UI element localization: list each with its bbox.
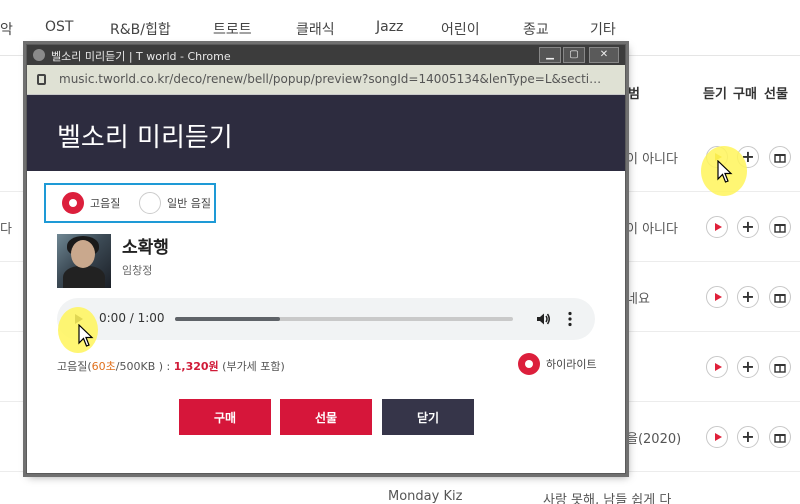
buy-button[interactable]: 구매 xyxy=(179,399,271,435)
gift-button[interactable] xyxy=(769,426,791,448)
play-icon xyxy=(714,363,722,371)
mouse-cursor-icon xyxy=(78,324,94,347)
maximize-button[interactable]: ▢ xyxy=(563,47,585,63)
play-icon xyxy=(714,433,722,441)
price-duration: 60초 xyxy=(91,360,116,373)
popup-title: 벨소리 미리듣기 xyxy=(57,123,233,153)
quality-label-normal: 일반 음질 xyxy=(167,197,211,210)
bottom-row-artist[interactable]: Monday Kiz xyxy=(388,489,462,504)
add-button[interactable]: + xyxy=(737,356,759,378)
play-button[interactable] xyxy=(706,356,728,378)
album-art xyxy=(57,234,111,288)
genre-tab[interactable]: 종교 xyxy=(523,19,549,39)
gift-icon xyxy=(774,294,786,303)
window-titlebar[interactable]: 벨소리 미리듣기 | T world - Chrome ▁ ▢ ✕ xyxy=(27,45,625,65)
popup-header: 벨소리 미리듣기 xyxy=(27,95,625,171)
genre-tab[interactable]: 트로트 xyxy=(213,19,252,39)
plus-icon: + xyxy=(741,287,755,306)
plus-icon: + xyxy=(741,217,755,236)
chrome-logo-icon xyxy=(33,49,45,61)
genre-tab[interactable]: OST xyxy=(45,19,73,35)
quality-selector: 고음질 일반 음질 xyxy=(44,183,216,223)
price-size: /500KB ) : xyxy=(115,360,174,373)
add-button[interactable]: + xyxy=(737,286,759,308)
bottom-row-title[interactable]: 사랑 못해, 남들 쉽게 다 xyxy=(543,489,671,504)
genre-tab[interactable]: 기타 xyxy=(590,19,616,39)
gift-button[interactable] xyxy=(769,146,791,168)
column-header-gift: 선물 xyxy=(764,87,788,102)
more-options-icon[interactable] xyxy=(568,311,572,327)
audio-player: 0:00 / 1:00 xyxy=(57,298,595,340)
genre-tab[interactable]: Jazz xyxy=(376,19,403,35)
column-header-buy: 구매 xyxy=(733,87,757,102)
window-title: 벨소리 미리듣기 | T world - Chrome xyxy=(51,50,231,63)
gift-button-popup[interactable]: 선물 xyxy=(280,399,372,435)
audio-time: 0:00 / 1:00 xyxy=(99,311,165,325)
quality-label-high: 고음질 xyxy=(90,197,121,210)
audio-progress-fill xyxy=(175,317,280,321)
song-title: 소확행 xyxy=(122,238,169,258)
play-button[interactable] xyxy=(706,426,728,448)
genre-tab[interactable]: 악 xyxy=(0,19,13,39)
genre-tab[interactable]: 클래식 xyxy=(296,19,335,39)
preview-popup-window: 벨소리 미리듣기 | T world - Chrome ▁ ▢ ✕ music.… xyxy=(26,44,626,474)
lock-icon xyxy=(37,74,46,85)
column-header-listen: 듣기 xyxy=(703,87,727,102)
gift-icon xyxy=(774,364,786,373)
song-title-fragment[interactable]: 을(2020) xyxy=(626,428,681,447)
highlight-label: 하이라이트 xyxy=(546,358,597,371)
gift-button[interactable] xyxy=(769,356,791,378)
gift-button[interactable] xyxy=(769,216,791,238)
window-close-button[interactable]: ✕ xyxy=(589,47,619,63)
play-icon xyxy=(714,293,722,301)
genre-tab[interactable]: R&B/힙합 xyxy=(110,19,171,39)
radio-unselected-icon xyxy=(139,192,161,214)
song-title-fragment[interactable]: 이 아니다 xyxy=(626,218,678,237)
radio-selected-icon xyxy=(62,192,84,214)
gift-icon xyxy=(774,154,786,163)
audio-seek-bar[interactable] xyxy=(175,317,513,321)
play-icon xyxy=(714,223,722,231)
volume-icon[interactable] xyxy=(535,311,551,327)
highlight-toggle[interactable]: 하이라이트 xyxy=(512,353,597,375)
price-suffix: (부가세 포함) xyxy=(218,360,285,373)
radio-selected-icon xyxy=(518,353,540,375)
url-text[interactable]: music.tworld.co.kr/deco/renew/bell/popup… xyxy=(59,72,609,86)
close-button[interactable]: 닫기 xyxy=(382,399,474,435)
play-button[interactable] xyxy=(706,286,728,308)
price-amount: 1,320원 xyxy=(173,360,219,373)
mouse-cursor-icon xyxy=(717,160,733,183)
plus-icon: + xyxy=(741,357,755,376)
genre-tab[interactable]: 어린이 xyxy=(441,19,480,39)
song-title-fragment[interactable]: 네요 xyxy=(626,288,650,307)
quality-option-normal[interactable]: 일반 음질 xyxy=(133,192,211,214)
gift-button[interactable] xyxy=(769,286,791,308)
price-info: 고음질(60초/500KB ) : 1,320원 (부가세 포함) xyxy=(57,358,285,374)
play-button[interactable] xyxy=(706,216,728,238)
quality-option-high[interactable]: 고음질 xyxy=(56,192,120,214)
row-fragment: 다 xyxy=(0,222,12,237)
song-title-fragment[interactable]: 이 아니다 xyxy=(626,148,678,167)
price-prefix: 고음질( xyxy=(57,360,92,373)
artist-name: 임창정 xyxy=(122,264,153,277)
address-bar[interactable]: music.tworld.co.kr/deco/renew/bell/popup… xyxy=(27,65,625,95)
gift-icon xyxy=(774,434,786,443)
column-header-album: 범 xyxy=(628,87,640,102)
plus-icon: + xyxy=(741,427,755,446)
add-button[interactable]: + xyxy=(737,426,759,448)
add-button[interactable]: + xyxy=(737,216,759,238)
gift-icon xyxy=(774,224,786,233)
minimize-button[interactable]: ▁ xyxy=(539,47,561,63)
